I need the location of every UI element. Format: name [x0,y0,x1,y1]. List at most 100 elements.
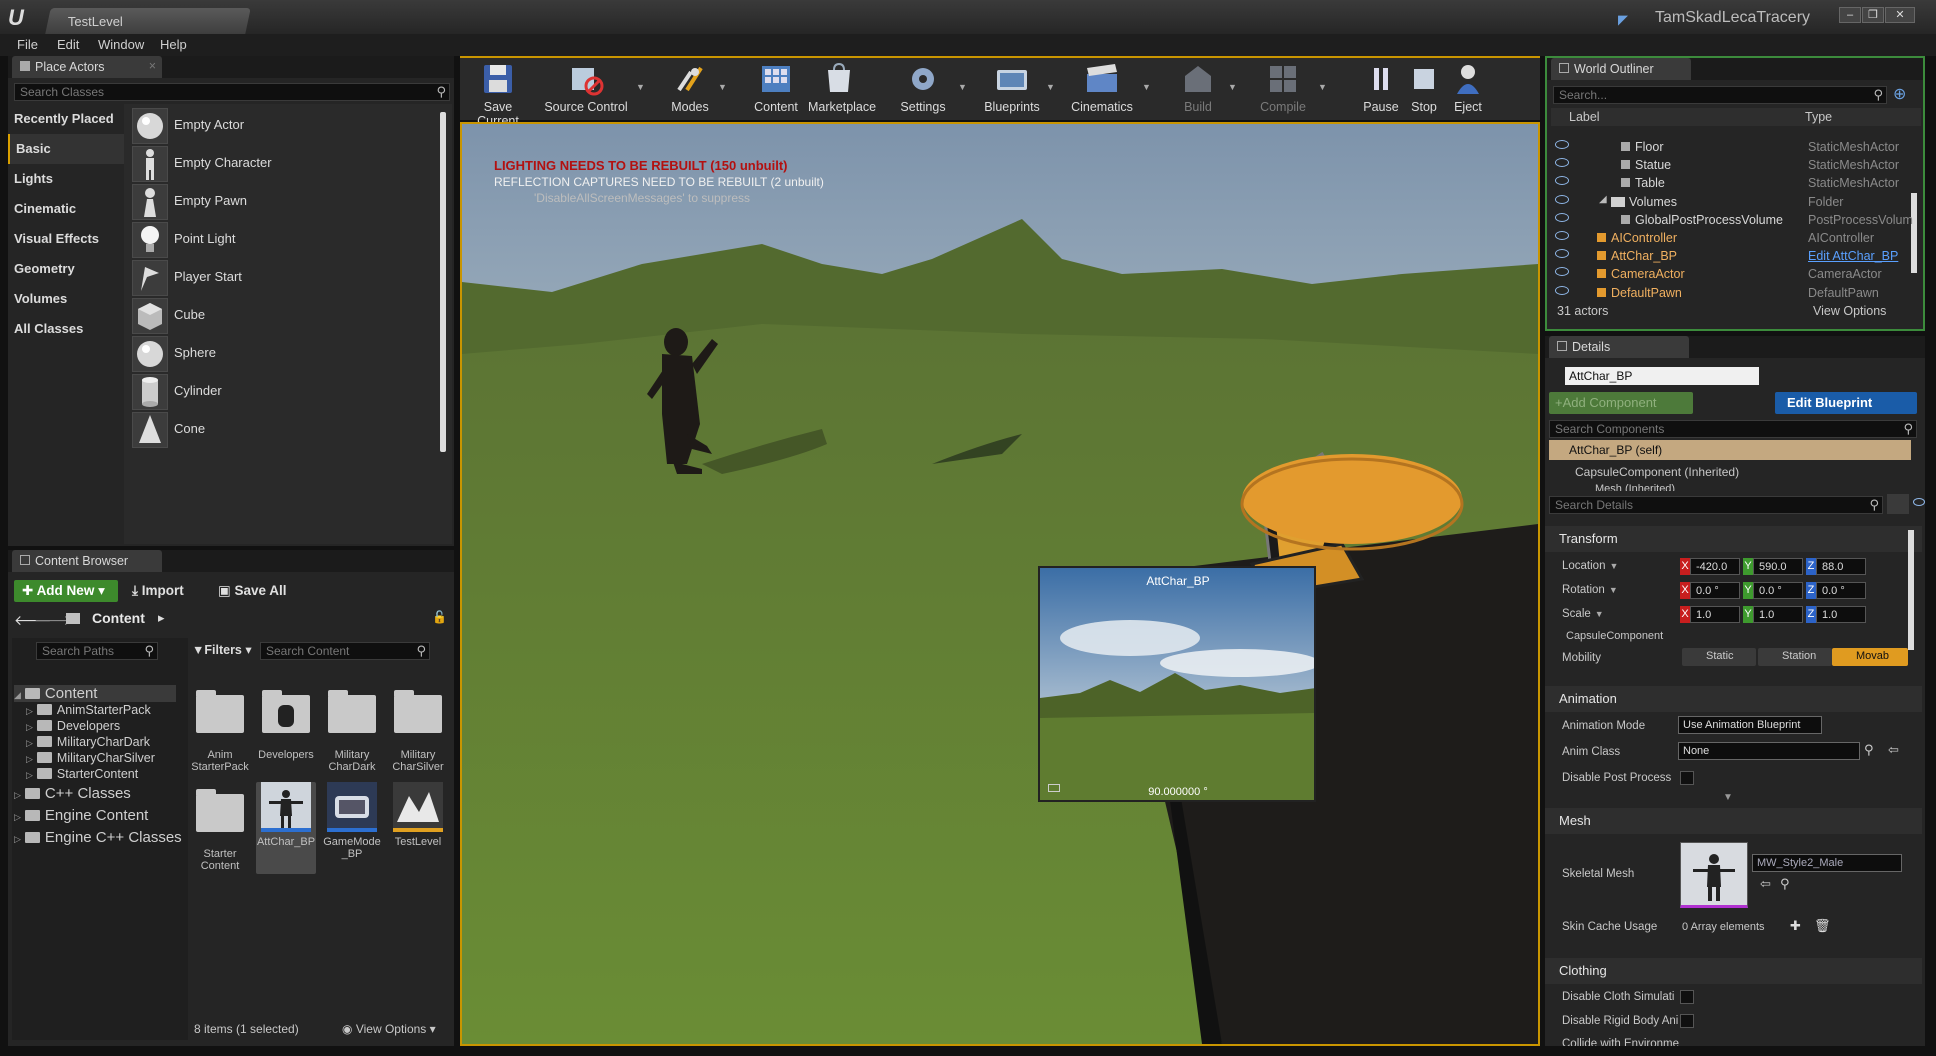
chevron-down-icon[interactable]: ▼ [958,82,967,92]
mobility-movab[interactable]: Movab [1832,648,1908,666]
visibility-eye-icon[interactable] [1555,212,1569,222]
mobility-station[interactable]: Station [1758,648,1832,666]
category-basic[interactable]: Basic [8,134,126,164]
visibility-eye-icon[interactable] [1555,176,1569,186]
outliner-row[interactable]: AttChar_BP Edit AttChar_BP [1553,247,1917,265]
visibility-eye-icon[interactable] [1555,249,1569,259]
asset-tile[interactable]: Military CharDark [322,683,382,775]
visibility-eye-icon[interactable] [1555,140,1569,149]
use-selected-icon[interactable]: ⇦ [1760,876,1771,892]
details-scrollbar[interactable] [1908,530,1914,650]
visibility-eye-icon[interactable] [1555,267,1569,277]
tree-item[interactable]: ▷ MilitaryCharSilver [26,751,155,765]
category-visual-effects[interactable]: Visual Effects [8,224,126,254]
visibility-eye-icon[interactable] [1555,231,1569,240]
search-paths-input[interactable]: Search Paths ⚲ [36,642,158,660]
capsule-subsection[interactable]: CapsuleComponent [1566,630,1663,642]
tree-item[interactable]: ◢ Content [14,685,176,702]
col-label[interactable]: Label [1569,110,1600,124]
location-x-field[interactable]: -420.0 [1690,558,1740,575]
outliner-row[interactable]: AIController AIController [1553,229,1917,247]
expand-arrow-icon[interactable]: ▷ [26,754,33,764]
chevron-down-icon[interactable]: ▼ [1228,82,1237,92]
location-y-field[interactable]: 590.0 [1753,558,1803,575]
add-component-button[interactable]: +Add Component [1549,392,1693,414]
category-recently-placed[interactable]: Recently Placed [8,104,126,134]
expand-arrow-icon[interactable]: ◢ [1599,194,1607,205]
chevron-down-icon[interactable]: ▼ [1318,82,1327,92]
scale[interactable]: Scale ▼ [1562,608,1604,620]
tree-item[interactable]: ▷ Engine Content [14,807,148,824]
category-volumes[interactable]: Volumes [8,284,126,314]
asset-tile[interactable]: Developers [256,683,316,775]
rotation-z-field[interactable]: 0.0 ° [1816,582,1866,599]
chevron-down-icon[interactable]: ▼ [1142,82,1151,92]
menu-help[interactable]: Help [160,37,187,52]
rotation[interactable]: Rotation ▼ [1562,584,1618,596]
marketplace-button[interactable]: Marketplace [808,56,876,118]
scale-x-field[interactable]: 1.0 [1690,606,1740,623]
anim-class-dropdown[interactable]: None [1678,742,1860,760]
asset-tile[interactable]: Military CharSilver [388,683,448,775]
add-folder-icon[interactable]: ⊕ [1893,84,1911,103]
outliner-row[interactable]: Floor StaticMeshActor [1553,138,1917,156]
search-content-input[interactable]: Search Content ⚲ [260,642,430,660]
disable-post-process-checkbox[interactable] [1680,771,1694,785]
outliner-row[interactable]: Statue StaticMeshActor [1553,156,1917,174]
visibility-icon[interactable] [1913,498,1925,506]
scale-y-field[interactable]: 1.0 [1753,606,1803,623]
rotation-x-field[interactable]: 0.0 ° [1690,582,1740,599]
build-button[interactable]: Build [1170,56,1226,118]
add-new-button[interactable]: ✚ Add New ▾ [14,580,118,602]
content-view-options[interactable]: ◉ View Options ▾ [342,1022,436,1036]
tab-place-actors[interactable]: Place Actors × [12,56,162,78]
menu-edit[interactable]: Edit [57,37,79,52]
mesh-section[interactable]: Mesh [1545,808,1922,834]
tree-item[interactable]: ▷ C++ Classes [14,785,131,802]
import-button[interactable]: ⤓ Import [132,583,184,599]
save-all-button[interactable]: ▣ Save All [218,583,287,599]
search-details-input[interactable]: Search Details ⚲ [1549,496,1883,514]
visibility-eye-icon[interactable] [1555,194,1569,204]
outliner-type[interactable]: Edit AttChar_BP [1808,249,1898,263]
clothing-section[interactable]: Clothing [1545,958,1922,984]
outliner-row[interactable]: ◢ Volumes Folder [1553,193,1917,211]
asset-tile[interactable]: Anim StarterPack [190,683,250,775]
visibility-eye-icon[interactable] [1555,158,1569,168]
tree-item[interactable]: ▷ AnimStarterPack [26,703,151,717]
tab-content-browser[interactable]: Content Browser [12,550,162,572]
blueprints-button[interactable]: Blueprints [980,56,1044,118]
expand-arrow-icon[interactable]: ▷ [14,812,21,822]
outliner-row[interactable]: DefaultPawn DefaultPawn [1553,284,1917,302]
skeletal-mesh-dropdown[interactable]: MW_Style2_Male [1752,854,1902,872]
expand-arrow-icon[interactable]: ▷ [26,722,33,732]
close-tab-icon[interactable]: × [149,59,156,73]
outliner-row[interactable]: CameraActor CameraActor [1553,265,1917,283]
component-mesh[interactable]: Mesh (Inherited) [1595,483,1675,491]
component-self[interactable]: AttChar_BP (self) [1549,440,1911,460]
compile-button[interactable]: Compile [1250,56,1316,118]
category-all-classes[interactable]: All Classes [8,314,126,344]
component-capsule[interactable]: CapsuleComponent (Inherited) [1575,465,1739,479]
outliner-row[interactable]: Table StaticMeshActor [1553,174,1917,192]
disable-cloth-checkbox[interactable] [1680,990,1694,1004]
expand-arrow-icon[interactable]: ▷ [14,834,21,844]
maximize-button[interactable]: ❐ [1862,7,1884,23]
expand-arrow-icon[interactable]: ▷ [26,770,33,780]
mobility-static[interactable]: Static [1682,648,1756,666]
chevron-down-icon[interactable]: ▼ [636,82,645,92]
tree-item[interactable]: ▷ Developers [26,719,120,733]
close-button[interactable]: ✕ [1885,7,1915,23]
col-type[interactable]: Type [1805,110,1832,124]
category-lights[interactable]: Lights [8,164,126,194]
expand-arrow-icon[interactable]: ◢ [14,690,21,700]
source-control-status-icon[interactable]: ◤ [1618,12,1634,27]
stop-button[interactable]: Stop [1402,56,1446,118]
rotation-y-field[interactable]: 0.0 ° [1753,582,1803,599]
add-element-icon[interactable]: ✚ [1790,918,1801,934]
skeletal-mesh-thumbnail[interactable] [1680,842,1748,908]
path-breadcrumb[interactable]: Content [92,610,145,626]
tree-item[interactable]: ▷ Engine C++ Classes [14,829,182,846]
anim-mode-dropdown[interactable]: Use Animation Blueprint [1678,716,1822,734]
location-z-field[interactable]: 88.0 [1816,558,1866,575]
